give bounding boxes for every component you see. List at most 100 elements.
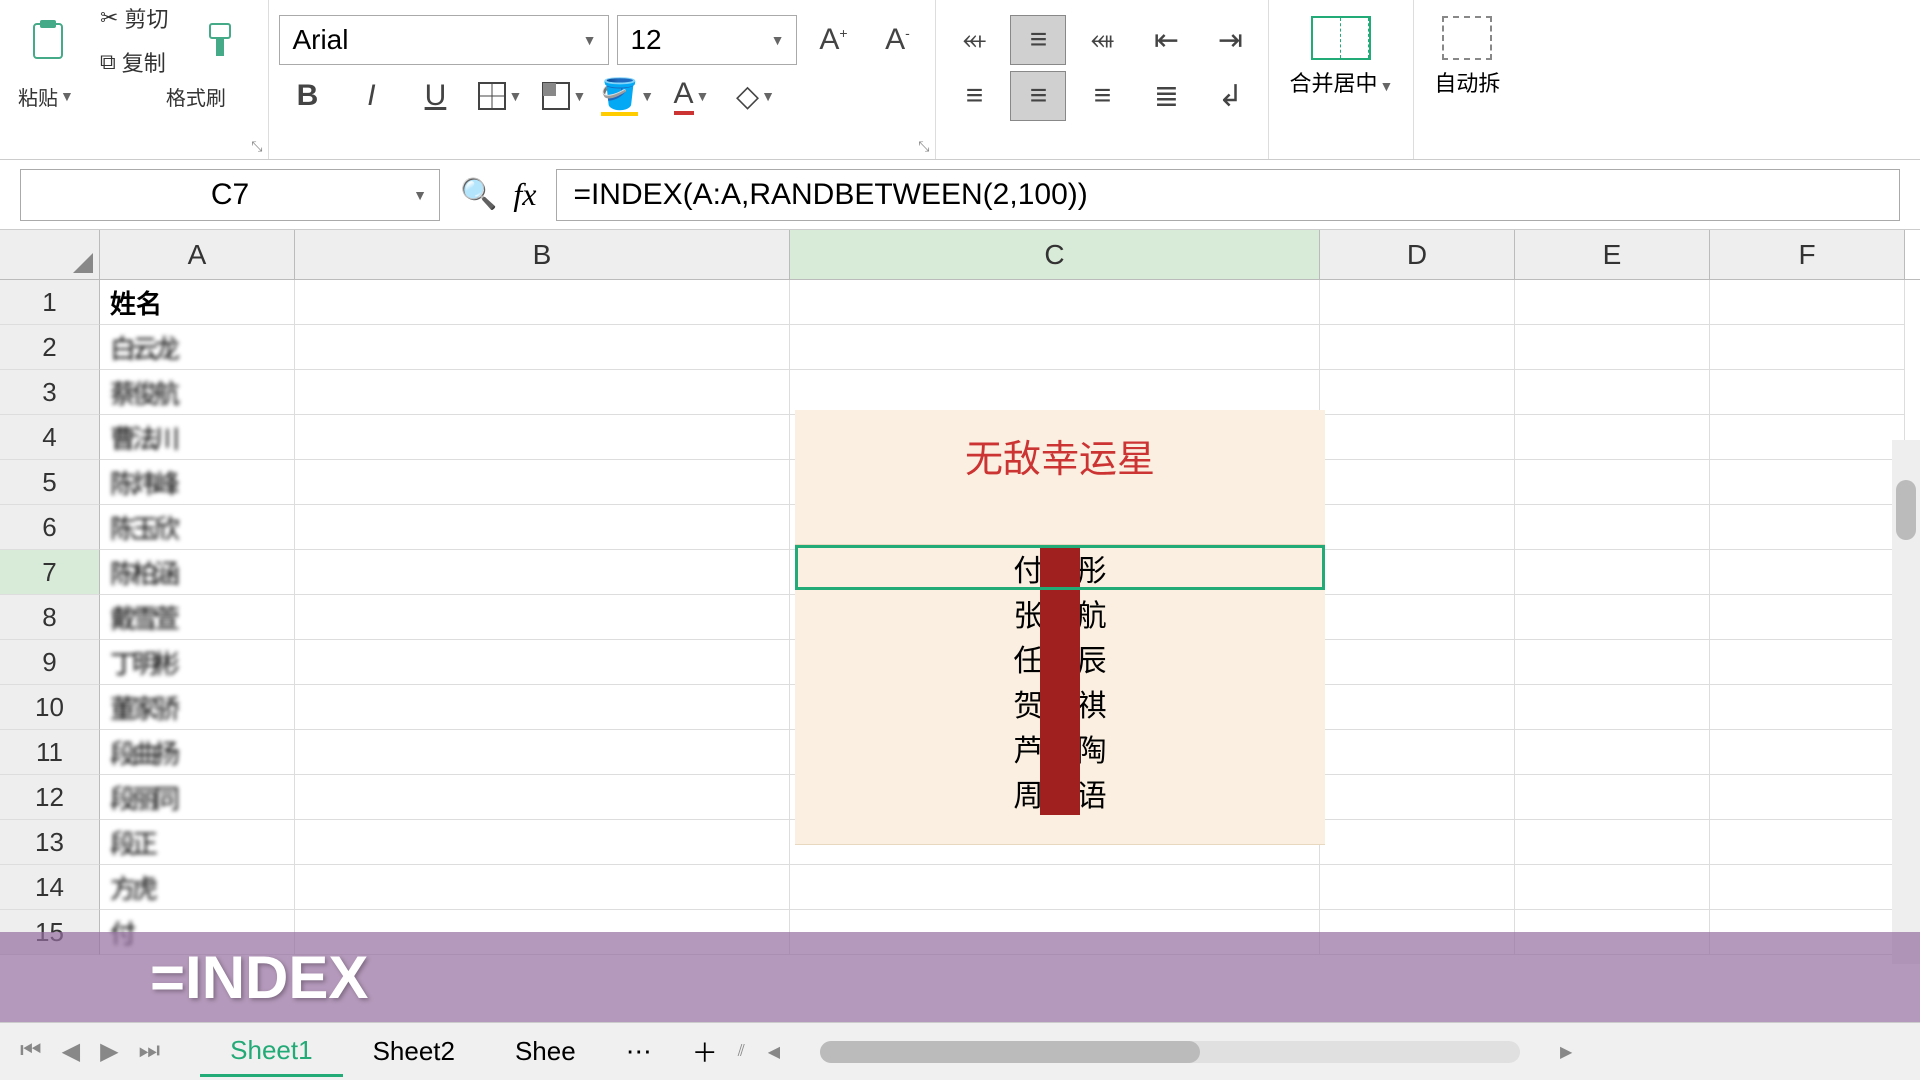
increase-indent-button[interactable]: ⇥ <box>1202 15 1258 65</box>
row-header[interactable]: 12 <box>0 775 100 820</box>
align-top-button[interactable]: ⬴ <box>946 15 1002 65</box>
cell[interactable] <box>295 280 790 325</box>
cell-A1[interactable]: 姓名 <box>100 280 295 325</box>
cell[interactable] <box>1515 820 1710 865</box>
cell-A5[interactable]: 陈炜峰 <box>100 460 295 505</box>
cell[interactable] <box>1710 820 1905 865</box>
select-all-corner[interactable] <box>0 230 100 279</box>
cell[interactable] <box>1710 370 1905 415</box>
lottery-result[interactable]: 付 彤 <box>795 545 1325 590</box>
align-left-button[interactable]: ≡ <box>946 71 1002 121</box>
cell-A4[interactable]: 曹法川 <box>100 415 295 460</box>
cell[interactable] <box>1515 730 1710 775</box>
cell[interactable] <box>1710 595 1905 640</box>
align-bottom-button[interactable]: ⬵ <box>1074 15 1130 65</box>
cell[interactable] <box>1710 550 1905 595</box>
cell[interactable] <box>295 595 790 640</box>
decrease-indent-button[interactable]: ⇤ <box>1138 15 1194 65</box>
cell[interactable] <box>1320 685 1515 730</box>
lottery-result[interactable]: 周 语 <box>795 770 1325 815</box>
cell-A14[interactable]: 方虎 <box>100 865 295 910</box>
decrease-font-button[interactable]: A- <box>869 15 925 65</box>
tab-more-button[interactable]: ⋯ <box>606 1036 672 1067</box>
cell[interactable] <box>1710 280 1905 325</box>
cell-A8[interactable]: 戴雪萱 <box>100 595 295 640</box>
scroll-thumb[interactable] <box>1896 480 1916 540</box>
increase-font-button[interactable]: A+ <box>805 15 861 65</box>
cell[interactable] <box>1320 595 1515 640</box>
merge-center-button[interactable]: 合并居中▼ <box>1279 12 1403 102</box>
row-header[interactable]: 13 <box>0 820 100 865</box>
cell-style-button[interactable]: ▼ <box>535 71 591 121</box>
lottery-result[interactable]: 芦 陶 <box>795 725 1325 770</box>
cell-A3[interactable]: 蔡俊航 <box>100 370 295 415</box>
group-launcher-icon[interactable]: ⤡ <box>251 138 262 155</box>
column-header-D[interactable]: D <box>1320 230 1515 279</box>
cell[interactable] <box>1515 370 1710 415</box>
format-painter-button[interactable] <box>182 11 258 69</box>
cell[interactable] <box>1320 730 1515 775</box>
wrap-text-button[interactable]: ↲ <box>1202 71 1258 121</box>
justify-button[interactable]: ≣ <box>1138 71 1194 121</box>
formula-input[interactable]: =INDEX(A:A,RANDBETWEEN(2,100)) <box>556 169 1900 221</box>
cell[interactable] <box>1515 415 1710 460</box>
zoom-icon[interactable]: 🔍 <box>460 177 497 212</box>
row-header[interactable]: 3 <box>0 370 100 415</box>
cell[interactable] <box>1710 415 1905 460</box>
cell[interactable] <box>295 550 790 595</box>
cell[interactable] <box>1320 370 1515 415</box>
cell[interactable] <box>790 370 1320 415</box>
row-header[interactable]: 4 <box>0 415 100 460</box>
cell[interactable] <box>295 820 790 865</box>
column-header-F[interactable]: F <box>1710 230 1905 279</box>
cell-A6[interactable]: 陈玉欣 <box>100 505 295 550</box>
tab-nav-last[interactable]: ⏭ <box>139 1037 161 1066</box>
cell[interactable] <box>295 730 790 775</box>
cut-button[interactable]: ✂ 剪切 <box>94 0 174 38</box>
hscroll-left[interactable]: ◀ <box>768 1042 780 1062</box>
cell-A2[interactable]: 白云龙 <box>100 325 295 370</box>
cell[interactable] <box>1320 280 1515 325</box>
cell[interactable] <box>790 325 1320 370</box>
cell[interactable] <box>1515 640 1710 685</box>
horizontal-scrollbar[interactable] <box>820 1041 1520 1063</box>
lottery-result[interactable]: 贺 祺 <box>795 680 1325 725</box>
tab-nav-first[interactable]: ⏮ <box>20 1037 42 1066</box>
lottery-result[interactable]: 任 辰 <box>795 635 1325 680</box>
borders-button[interactable]: ▼ <box>471 71 527 121</box>
vertical-scrollbar[interactable] <box>1892 440 1920 964</box>
eraser-button[interactable]: ◇ ▼ <box>727 71 783 121</box>
sheet-tab-1[interactable]: Sheet1 <box>200 1027 342 1077</box>
tab-split-handle[interactable]: ⫽ <box>738 1043 768 1061</box>
name-box[interactable]: C7 <box>20 169 440 221</box>
cell[interactable] <box>1320 550 1515 595</box>
cell-A12[interactable]: 段丽同 <box>100 775 295 820</box>
cell-A11[interactable]: 段曲扬 <box>100 730 295 775</box>
row-header[interactable]: 2 <box>0 325 100 370</box>
scroll-thumb[interactable] <box>820 1041 1200 1063</box>
cell[interactable] <box>1710 685 1905 730</box>
cell[interactable] <box>1710 505 1905 550</box>
cell-A10[interactable]: 董家骄 <box>100 685 295 730</box>
cell[interactable] <box>1710 460 1905 505</box>
tab-nav-next[interactable]: ▶ <box>100 1037 118 1066</box>
cell[interactable] <box>1515 865 1710 910</box>
cell[interactable] <box>295 865 790 910</box>
cell[interactable] <box>1320 640 1515 685</box>
cell[interactable] <box>1515 595 1710 640</box>
fx-icon[interactable]: fx <box>513 176 536 213</box>
cell[interactable] <box>790 865 1320 910</box>
paste-dropdown[interactable]: 粘贴▼ <box>10 78 82 115</box>
row-header[interactable]: 8 <box>0 595 100 640</box>
cell[interactable] <box>295 775 790 820</box>
italic-button[interactable]: I <box>343 71 399 121</box>
align-right-button[interactable]: ≡ <box>1074 71 1130 121</box>
cell[interactable] <box>1515 280 1710 325</box>
cell[interactable] <box>1515 550 1710 595</box>
column-header-A[interactable]: A <box>100 230 295 279</box>
cell[interactable] <box>1320 775 1515 820</box>
cell[interactable] <box>1320 505 1515 550</box>
cell[interactable] <box>295 325 790 370</box>
row-header[interactable]: 5 <box>0 460 100 505</box>
cell[interactable] <box>1515 775 1710 820</box>
